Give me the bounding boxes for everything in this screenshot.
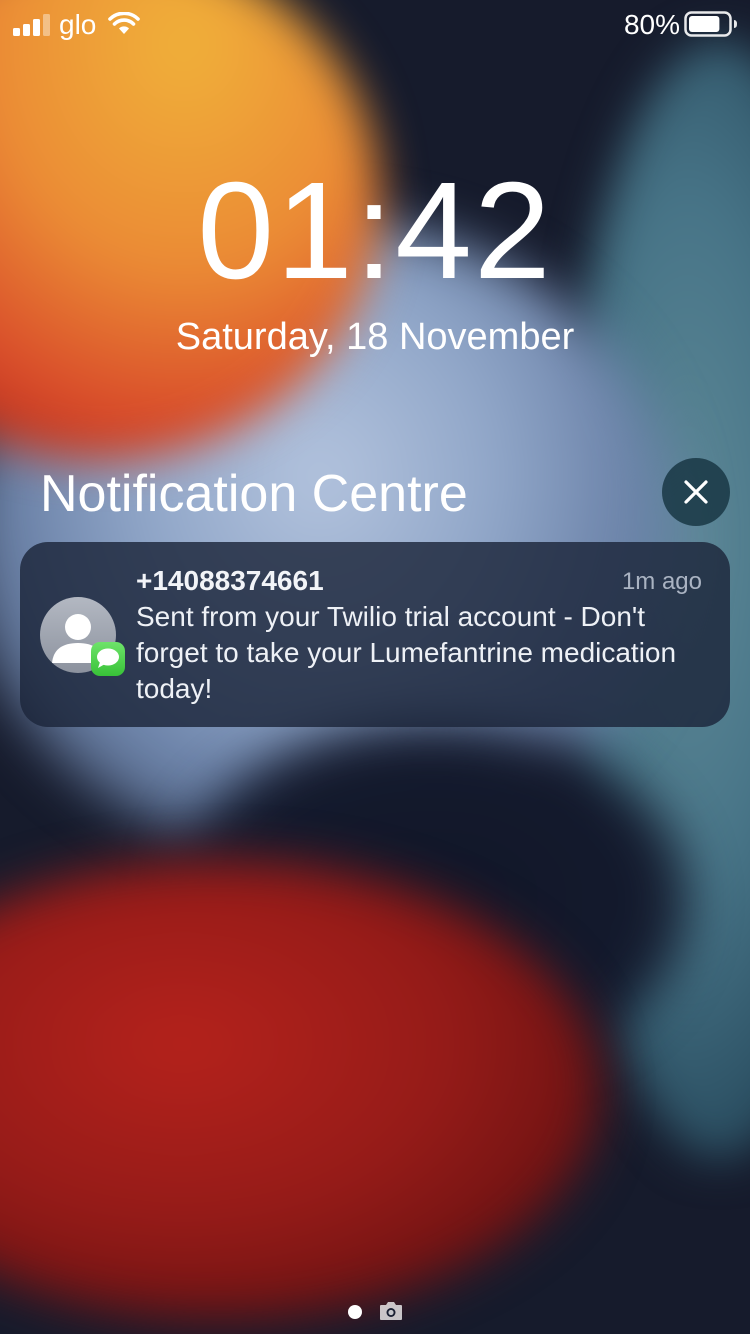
battery-percentage: 80%: [623, 9, 680, 40]
camera-icon[interactable]: [378, 1301, 404, 1321]
carrier-name: glo: [59, 9, 97, 40]
close-icon: [684, 480, 708, 504]
wifi-icon: [108, 12, 140, 34]
notification-sender: +14088374661: [136, 565, 324, 596]
lock-screen-time: 01:42: [197, 154, 553, 308]
cellular-signal-icon: [13, 14, 50, 36]
clear-notifications-button[interactable]: [662, 458, 730, 526]
status-bar: glo 80%: [0, 0, 750, 50]
page-indicator-dot: [348, 1305, 362, 1319]
lock-screen-date: Saturday, 18 November: [175, 316, 575, 358]
notification-timestamp: 1m ago: [621, 568, 702, 595]
messages-app-icon: [91, 642, 125, 676]
battery-icon: [684, 11, 737, 37]
notification-card[interactable]: +14088374661 1m ago Sent from your Twili…: [20, 542, 730, 727]
notification-centre-title: Notification Centre: [40, 465, 468, 523]
notification-message: Sent from your Twilio trial account - Do…: [136, 601, 677, 704]
